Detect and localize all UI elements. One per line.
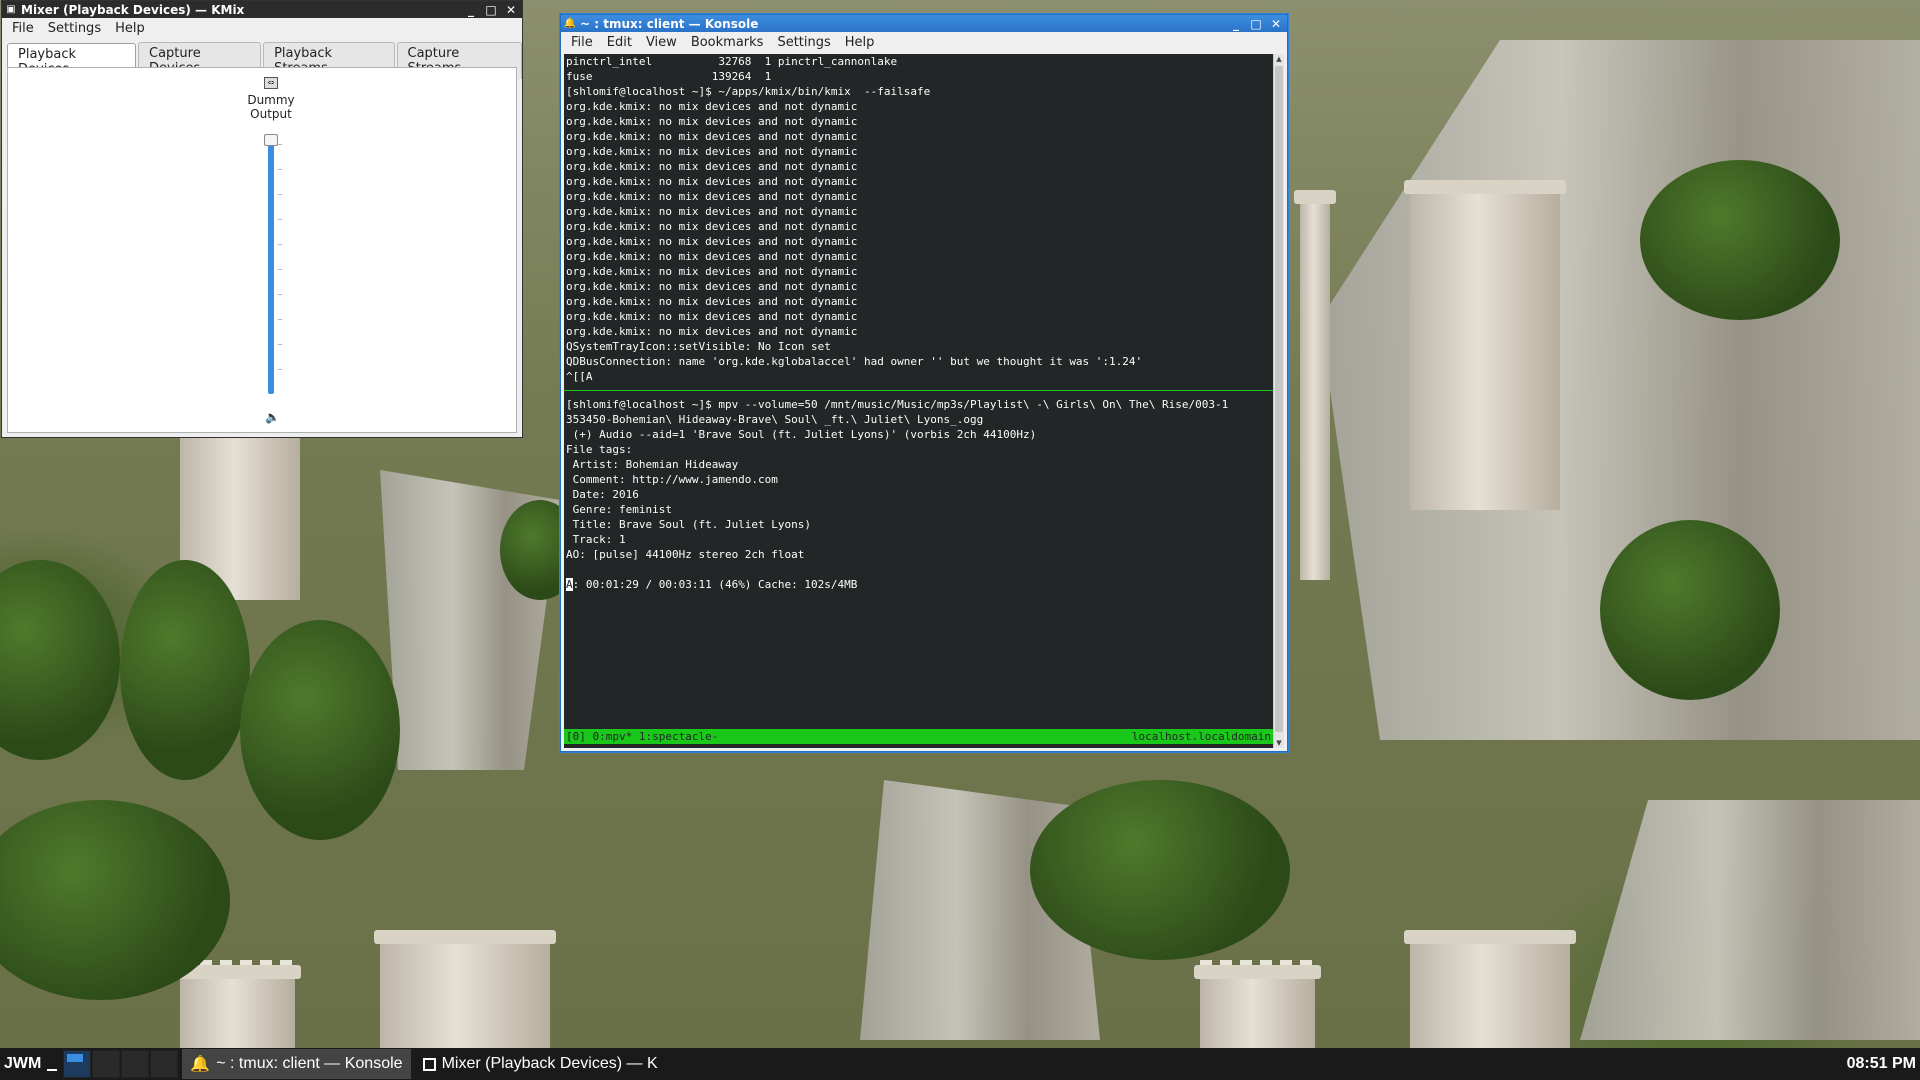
close-button[interactable]: ✕ [504,3,518,17]
tmux-status-bar: [0] 0:mpv* 1:spectacle- localhost.locald… [564,729,1273,744]
terminal-scrollbar[interactable]: ▲ ▼ [1273,54,1284,748]
mixer-channel-dummy-output: ⇔ Dummy Output 🔈 [236,74,306,424]
menu-help[interactable]: Help [839,35,883,50]
kmix-window[interactable]: ▣ Mixer (Playback Devices) — KMix _ □ ✕ … [1,0,523,438]
menu-settings[interactable]: Settings [771,35,838,50]
channel-label-line1: Dummy [247,93,295,107]
volume-ticks [278,144,282,394]
terminal-line: org.kde.kmix: no mix devices and not dyn… [566,265,858,278]
kmix-titlebar[interactable]: ▣ Mixer (Playback Devices) — KMix _ □ ✕ [2,1,522,18]
desktop-pager[interactable] [63,1050,179,1078]
terminal-line: org.kde.kmix: no mix devices and not dyn… [566,280,858,293]
pager-desktop-2[interactable] [92,1050,121,1078]
menu-view[interactable]: View [640,35,685,50]
scroll-down-icon[interactable]: ▼ [1274,738,1284,748]
device-settings-icon[interactable]: ⇔ [264,77,278,89]
channel-label: Dummy Output [236,93,306,121]
terminal-line: org.kde.kmix: no mix devices and not dyn… [566,310,858,323]
pager-desktop-3[interactable] [121,1050,150,1078]
window-menu-icon[interactable]: ▣ [6,4,16,15]
terminal-line: (+) Audio --aid=1 'Brave Soul (ft. Julie… [566,428,1037,441]
scrollbar-thumb[interactable] [1275,66,1283,732]
menu-help[interactable]: Help [109,21,153,36]
terminal-line: AO: [pulse] 44100Hz stereo 2ch float [566,548,805,561]
konsole-title: ~ : tmux: client — Konsole [580,16,759,31]
show-desktop-button[interactable] [47,1057,58,1071]
terminal-line: [shlomif@localhost ~]$ ~/apps/kmix/bin/k… [566,85,931,98]
terminal-line: Date: 2016 [566,488,639,501]
menu-file[interactable]: File [565,35,601,50]
maximize-button[interactable]: □ [484,3,498,17]
konsole-titlebar[interactable]: 🔔 ~ : tmux: client — Konsole _ □ ✕ [561,15,1287,32]
taskbar: JWM 🔔 ~ : tmux: client — Konsole Mixer (… [0,1048,1920,1080]
pager-desktop-4[interactable] [150,1050,179,1078]
terminal-line: org.kde.kmix: no mix devices and not dyn… [566,175,858,188]
task-kmix[interactable]: Mixer (Playback Devices) — K [415,1049,666,1079]
terminal-line: Track: 1 [566,533,626,546]
terminal-line: ^[[A [566,370,593,383]
terminal-line: 353450-Bohemian\ Hideaway-Brave\ Soul\ _… [566,413,984,426]
pager-desktop-1[interactable] [63,1050,92,1078]
terminal-line: org.kde.kmix: no mix devices and not dyn… [566,235,858,248]
terminal-line: pinctrl_intel 32768 1 pinctrl_cannonlake [566,55,898,68]
mpv-status-line: A: 00:01:29 / 00:03:11 (46%) Cache: 102s… [564,577,1273,592]
terminal-line: org.kde.kmix: no mix devices and not dyn… [566,115,858,128]
terminal-line: [shlomif@localhost ~]$ mpv --volume=50 /… [566,398,1229,411]
tmux-window-list[interactable]: [0] 0:mpv* 1:spectacle- [564,729,720,744]
speaker-mute-icon[interactable]: 🔈 [265,410,280,424]
task-konsole[interactable]: 🔔 ~ : tmux: client — Konsole [182,1049,411,1079]
menu-settings[interactable]: Settings [42,21,109,36]
terminal-cursor: A [566,578,573,591]
scroll-up-icon[interactable]: ▲ [1274,54,1284,64]
terminal-line: org.kde.kmix: no mix devices and not dyn… [566,295,858,308]
terminal-line: org.kde.kmix: no mix devices and not dyn… [566,100,858,113]
terminal-line: QDBusConnection: name 'org.kde.kglobalac… [566,355,1143,368]
terminal-line: Artist: Bohemian Hideaway [566,458,739,471]
tmux-hostname: localhost.localdomain [1131,730,1271,743]
clock[interactable]: 08:51 PM [1847,1055,1920,1073]
channel-label-line2: Output [250,107,292,121]
terminal-line: Title: Brave Soul (ft. Juliet Lyons) [566,518,812,531]
menu-edit[interactable]: Edit [601,35,640,50]
terminal-line: org.kde.kmix: no mix devices and not dyn… [566,145,858,158]
minimize-button[interactable]: _ [464,3,478,17]
task-label: Mixer (Playback Devices) — K [441,1055,658,1072]
minimize-button[interactable]: _ [1229,17,1243,31]
konsole-window[interactable]: 🔔 ~ : tmux: client — Konsole _ □ ✕ File … [560,14,1288,752]
kmix-menubar: File Settings Help [2,18,522,38]
terminal-line: org.kde.kmix: no mix devices and not dyn… [566,205,858,218]
terminal-line: File tags: [566,443,633,456]
jwm-menu-button[interactable]: JWM [0,1055,47,1073]
maximize-button[interactable]: □ [1249,17,1263,31]
kmix-title: Mixer (Playback Devices) — KMix [21,2,245,17]
terminal-line: org.kde.kmix: no mix devices and not dyn… [566,250,858,263]
terminal-line: org.kde.kmix: no mix devices and not dyn… [566,160,858,173]
terminal-line: org.kde.kmix: no mix devices and not dyn… [566,130,858,143]
close-button[interactable]: ✕ [1269,17,1283,31]
konsole-menubar: File Edit View Bookmarks Settings Help [561,32,1287,52]
terminal-line: fuse 139264 1 [566,70,772,83]
task-label: ~ : tmux: client — Konsole [216,1055,403,1072]
terminal-line: Comment: http://www.jamendo.com [566,473,778,486]
kmix-device-pane: ⇔ Dummy Output 🔈 [7,67,517,433]
volume-slider[interactable] [268,138,274,394]
tmux-lower-pane[interactable]: [shlomif@localhost ~]$ mpv --volume=50 /… [564,397,1273,577]
bell-icon: 🔔 [190,1056,211,1073]
terminal-line: org.kde.kmix: no mix devices and not dyn… [566,220,858,233]
terminal-line: org.kde.kmix: no mix devices and not dyn… [566,325,858,338]
tmux-pane-separator[interactable] [564,390,1273,391]
terminal-line: Genre: feminist [566,503,672,516]
menu-file[interactable]: File [6,21,42,36]
terminal-line: QSystemTrayIcon::setVisible: No Icon set [566,340,831,353]
menu-bookmarks[interactable]: Bookmarks [685,35,772,50]
volume-slider-handle[interactable] [264,134,278,146]
mpv-progress-text: : 00:01:29 / 00:03:11 (46%) Cache: 102s/… [572,578,858,591]
window-icon [422,1057,436,1071]
terminal-area[interactable]: pinctrl_intel 32768 1 pinctrl_cannonlake… [564,54,1273,748]
bell-icon: 🔔 [563,18,577,29]
terminal-line: org.kde.kmix: no mix devices and not dyn… [566,190,858,203]
tmux-upper-pane[interactable]: pinctrl_intel 32768 1 pinctrl_cannonlake… [564,54,1273,384]
